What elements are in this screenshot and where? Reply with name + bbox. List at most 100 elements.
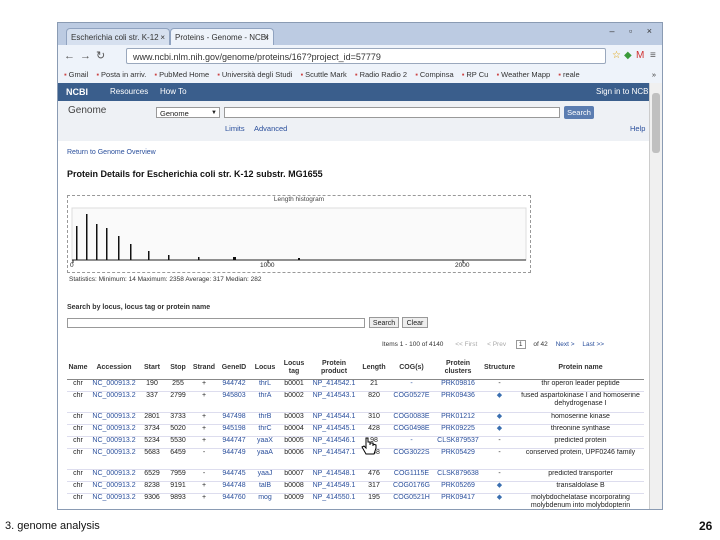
table-cell[interactable]: COG0527E	[389, 391, 434, 413]
ncbi-logo[interactable]: NCBI	[66, 83, 88, 101]
table-cell[interactable]: 945198	[217, 424, 251, 437]
table-cell[interactable]: NC_000913.2	[89, 424, 139, 437]
table-cell[interactable]: NP_414543.1	[309, 391, 359, 413]
how-to-menu[interactable]: How To	[160, 83, 187, 101]
bookmark-item[interactable]: ▪ Università degli Studi	[217, 67, 292, 83]
star-icon[interactable]: ☆	[612, 50, 621, 62]
bookmark-item[interactable]: ▪ Weather Mapp	[496, 67, 550, 83]
bookmark-item[interactable]: ▪ Posta in arriv.	[96, 67, 146, 83]
table-cell[interactable]: CLSK879638	[434, 469, 482, 482]
column-header[interactable]: GeneID	[217, 357, 251, 380]
bookmark-item[interactable]: ▪ RP Cu	[462, 67, 489, 83]
table-cell[interactable]: COG0498E	[389, 424, 434, 437]
sign-in-link[interactable]: Sign in to NCBI	[596, 83, 651, 101]
table-cell[interactable]: PRK09436	[434, 391, 482, 413]
last-page-button[interactable]: Last >>	[582, 341, 604, 348]
table-cell[interactable]: PRK09417	[434, 493, 482, 509]
table-cell[interactable]: NP_414548.1	[309, 469, 359, 482]
table-cell[interactable]: yaaJ	[251, 469, 279, 482]
table-cell[interactable]: -	[389, 379, 434, 392]
table-cell[interactable]: PRK05269	[434, 481, 482, 494]
table-cell[interactable]: NC_000913.2	[89, 379, 139, 392]
table-cell[interactable]: NC_000913.2	[89, 481, 139, 494]
table-cell[interactable]: NP_414545.1	[309, 424, 359, 437]
table-cell[interactable]: thrC	[251, 424, 279, 437]
table-cell[interactable]: talB	[251, 481, 279, 494]
back-arrow-icon[interactable]: ←	[64, 50, 75, 62]
bookmark-item[interactable]: ▪ Gmail	[64, 67, 88, 83]
table-cell[interactable]: -	[389, 436, 434, 449]
database-select[interactable]: Genome ▼	[156, 107, 220, 118]
column-header[interactable]: Locus	[251, 357, 279, 380]
table-cell[interactable]: 944749	[217, 448, 251, 470]
forward-arrow-icon[interactable]: →	[80, 50, 91, 62]
column-header[interactable]: Protein clusters	[434, 357, 482, 380]
table-cell[interactable]: NC_000913.2	[89, 493, 139, 509]
table-cell[interactable]: NP_414546.1	[309, 436, 359, 449]
limits-link[interactable]: Limits	[225, 124, 245, 133]
ncbi-search-input[interactable]	[224, 107, 560, 118]
table-cell[interactable]: 944742	[217, 379, 251, 392]
next-page-button[interactable]: Next >	[556, 341, 575, 348]
tab-close-icon[interactable]: ×	[264, 29, 269, 45]
column-header[interactable]: Protein name	[517, 357, 644, 380]
table-cell[interactable]: COG0176G	[389, 481, 434, 494]
table-cell[interactable]: NP_414547.1	[309, 448, 359, 470]
address-bar[interactable]: www.ncbi.nlm.nih.gov/genome/proteins/167…	[126, 48, 606, 64]
table-cell[interactable]: 947498	[217, 412, 251, 425]
column-header[interactable]: Protein product	[309, 357, 359, 380]
table-cell[interactable]: NC_000913.2	[89, 436, 139, 449]
page-number-input[interactable]: 1	[515, 340, 526, 349]
page-scrollbar[interactable]	[649, 83, 662, 509]
table-cell[interactable]: thrL	[251, 379, 279, 392]
column-header[interactable]: COG(s)	[389, 357, 434, 380]
scrollbar-thumb[interactable]	[652, 93, 660, 153]
gmail-icon[interactable]: M	[636, 50, 644, 62]
table-cell[interactable]: 944760	[217, 493, 251, 509]
table-cell[interactable]: COG0521H	[389, 493, 434, 509]
locus-search-button[interactable]: Search	[369, 317, 399, 328]
table-cell[interactable]: NP_414544.1	[309, 412, 359, 425]
locus-search-input[interactable]	[67, 318, 365, 328]
column-header[interactable]: Name	[67, 357, 89, 380]
table-cell[interactable]: thrA	[251, 391, 279, 413]
advanced-link[interactable]: Advanced	[254, 124, 287, 133]
bookmark-item[interactable]: ▪ reale	[558, 67, 579, 83]
table-cell[interactable]: NC_000913.2	[89, 391, 139, 413]
table-cell[interactable]: PRK01212	[434, 412, 482, 425]
clear-button[interactable]: Clear	[402, 317, 428, 328]
bookmark-item[interactable]: ▪ PubMed Home	[154, 67, 209, 83]
prev-page-button[interactable]: < Prev	[487, 341, 506, 348]
back-to-overview-link[interactable]: Return to Genome Overview	[67, 149, 156, 156]
table-cell[interactable]: NP_414549.1	[309, 481, 359, 494]
table-cell[interactable]: thrB	[251, 412, 279, 425]
column-header[interactable]: Start	[139, 357, 165, 380]
help-link[interactable]: Help	[630, 124, 645, 133]
table-cell[interactable]: 944745	[217, 469, 251, 482]
reload-icon[interactable]: ↻	[96, 50, 105, 62]
table-cell[interactable]: PRK09816	[434, 379, 482, 392]
table-cell[interactable]: 945803	[217, 391, 251, 413]
bookmark-item[interactable]: ▪ Radio Radio 2	[355, 67, 407, 83]
table-cell[interactable]: 944748	[217, 481, 251, 494]
table-cell[interactable]: PRK09225	[434, 424, 482, 437]
column-header[interactable]: Accession	[89, 357, 139, 380]
first-page-button[interactable]: << First	[455, 341, 477, 348]
table-cell[interactable]: yaaX	[251, 436, 279, 449]
column-header[interactable]: Stop	[165, 357, 191, 380]
table-cell[interactable]: COG0083E	[389, 412, 434, 425]
ncbi-search-button[interactable]: Search	[564, 106, 594, 119]
table-cell[interactable]: NP_414550.1	[309, 493, 359, 509]
table-cell[interactable]: COG3022S	[389, 448, 434, 470]
table-cell[interactable]: NC_000913.2	[89, 412, 139, 425]
window-controls[interactable]: – ▫ ×	[610, 26, 658, 36]
table-cell[interactable]: NP_414542.1	[309, 379, 359, 392]
table-cell[interactable]: yaaA	[251, 448, 279, 470]
menu-icon[interactable]: ≡	[650, 50, 656, 62]
column-header[interactable]: Strand	[191, 357, 217, 380]
tab-ecoli[interactable]: Escherichia coli str. K-12 ×	[66, 28, 170, 45]
table-cell[interactable]: 944747	[217, 436, 251, 449]
table-cell[interactable]: CLSK879537	[434, 436, 482, 449]
more-bookmarks-icon[interactable]: »	[652, 67, 656, 83]
table-cell[interactable]: PRK05429	[434, 448, 482, 470]
